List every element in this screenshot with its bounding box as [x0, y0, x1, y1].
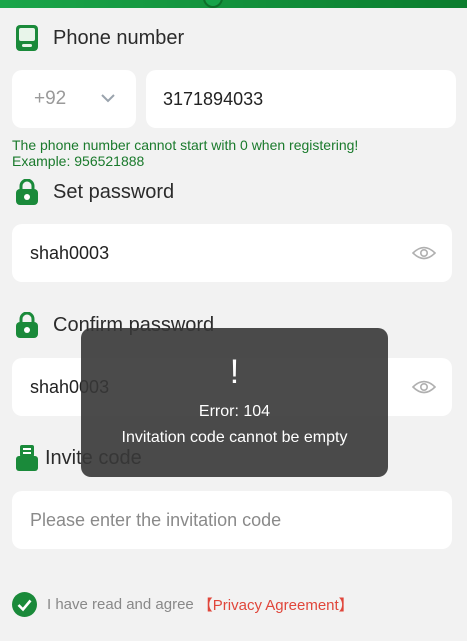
phone-value: 3171894033	[163, 88, 264, 109]
eye-icon[interactable]	[412, 379, 436, 395]
lock-icon	[16, 179, 38, 205]
lock-icon	[16, 312, 38, 338]
phone-hint-line2: Example: 956521888	[12, 153, 145, 169]
country-code-value: +92	[34, 88, 67, 109]
agreement-row: I have read and agree 【Privacy Agreement…	[12, 592, 354, 617]
agreement-text: I have read and agree	[47, 596, 194, 613]
eye-icon[interactable]	[412, 245, 436, 261]
chevron-down-icon	[101, 94, 115, 103]
error-toast: ! Error: 104 Invitation code cannot be e…	[81, 328, 388, 477]
phone-hint: The phone number cannot start with 0 whe…	[12, 137, 358, 169]
invite-code-input[interactable]: Please enter the invitation code	[12, 491, 452, 549]
top-handle-icon	[203, 0, 223, 8]
privacy-agreement-link[interactable]: 【Privacy Agreement】	[198, 594, 354, 615]
ticket-icon	[16, 445, 38, 471]
password-value: shah0003	[30, 242, 110, 263]
top-bar	[0, 0, 467, 8]
password-input[interactable]: shah0003	[12, 224, 452, 282]
invite-placeholder: Please enter the invitation code	[30, 509, 282, 530]
phone-hint-line1: The phone number cannot start with 0 whe…	[12, 137, 359, 153]
password-label-row: Set password	[15, 179, 174, 205]
checkbox-checked-icon[interactable]	[12, 592, 37, 617]
error-message: Invitation code cannot be empty	[121, 429, 348, 446]
password-label: Set password	[53, 180, 175, 203]
alert-icon: !	[229, 353, 240, 391]
phone-label: Phone number	[53, 26, 185, 49]
error-code: Error: 104	[198, 403, 271, 420]
phone-icon	[16, 25, 38, 51]
phone-label-row: Phone number	[15, 25, 184, 51]
phone-input[interactable]: 3171894033	[146, 70, 456, 128]
country-code-select[interactable]: +92	[12, 70, 136, 128]
